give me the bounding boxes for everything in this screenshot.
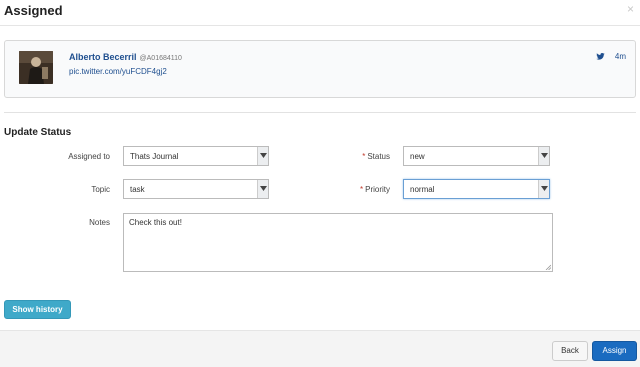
avatar[interactable] <box>19 51 53 84</box>
avatar-image-icon <box>19 51 53 84</box>
modal-title: Assigned <box>4 3 63 18</box>
show-history-button[interactable]: Show history <box>4 300 71 319</box>
topic-select[interactable]: task <box>123 179 269 199</box>
status-value: new <box>410 152 425 161</box>
section-divider <box>4 112 636 113</box>
priority-label: * Priority <box>320 185 390 194</box>
priority-label-text: Priority <box>365 185 390 194</box>
chevron-down-icon[interactable] <box>538 180 549 198</box>
tweet-handle: @A01684110 <box>139 55 182 62</box>
status-label: * Status <box>320 152 390 161</box>
modal-footer: Back Assign <box>0 330 640 367</box>
assigned-to-value: Thats Journal <box>130 152 179 161</box>
tweet-author[interactable]: Alberto Becerril @A01684110 <box>69 52 182 62</box>
chevron-down-icon[interactable] <box>538 147 549 165</box>
notes-textarea[interactable]: Check this out! <box>123 213 553 272</box>
chevron-down-icon[interactable] <box>257 147 268 165</box>
topic-label: Topic <box>91 185 110 194</box>
tweet-author-name[interactable]: Alberto Becerril <box>69 52 137 62</box>
topic-value: task <box>130 185 145 194</box>
status-select[interactable]: new <box>403 146 550 166</box>
priority-value: normal <box>410 185 435 194</box>
required-marker: * <box>362 152 366 161</box>
assigned-to-select[interactable]: Thats Journal <box>123 146 269 166</box>
tweet-time: 4m <box>614 52 626 61</box>
required-marker: * <box>359 185 364 194</box>
twitter-bird-icon <box>596 52 605 60</box>
section-title: Update Status <box>4 127 72 138</box>
chevron-down-icon[interactable] <box>257 180 268 198</box>
tweet-card: Alberto Becerril @A01684110 pic.twitter.c… <box>4 40 636 98</box>
tweet-media-link[interactable]: pic.twitter.com/yuFCDF4gj2 <box>69 67 167 76</box>
modal-header: Assigned × <box>0 0 640 26</box>
priority-select[interactable]: normal <box>403 179 550 199</box>
back-button[interactable]: Back <box>552 341 588 361</box>
assigned-to-label: Assigned to <box>68 152 110 161</box>
status-label-text: Status <box>367 152 390 161</box>
notes-value: Check this out! <box>129 218 182 227</box>
assign-button[interactable]: Assign <box>592 341 637 361</box>
notes-label: Notes <box>89 218 110 227</box>
resize-grip-icon[interactable] <box>545 264 551 270</box>
close-icon[interactable]: × <box>627 2 634 16</box>
